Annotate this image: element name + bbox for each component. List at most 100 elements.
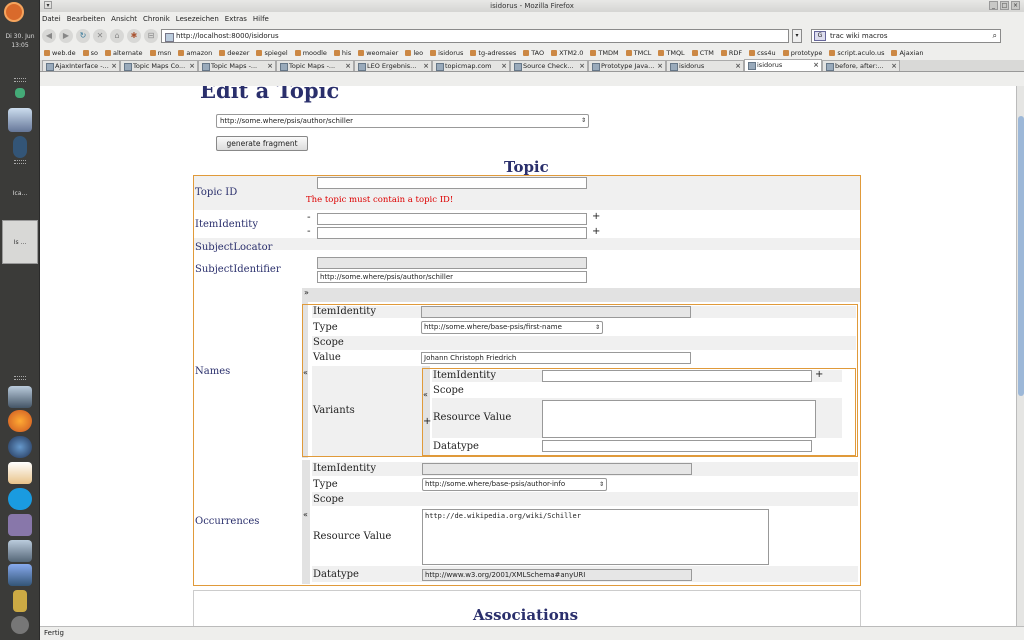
close-tab-icon[interactable]: × xyxy=(345,61,351,71)
item-identity-input[interactable] xyxy=(317,227,587,239)
subject-identifier-input[interactable]: http://some.where/psis/author/schiller xyxy=(317,271,587,283)
bluetooth-icon[interactable] xyxy=(13,136,27,158)
search-icon[interactable]: ⌕ xyxy=(993,30,997,42)
skype-icon[interactable] xyxy=(8,488,32,510)
browser-tab[interactable]: Topic Maps -... × xyxy=(198,60,276,71)
reload-icon[interactable]: ↻ xyxy=(76,29,90,43)
scrollbar-thumb[interactable] xyxy=(1018,116,1024,396)
browser-tab[interactable]: isidorus × xyxy=(666,60,744,71)
window-menu-icon[interactable]: ▾ xyxy=(44,1,52,9)
network-icon[interactable] xyxy=(15,88,25,98)
bookmark-item[interactable]: TAO xyxy=(523,49,544,57)
add-item-identity-button[interactable]: + xyxy=(592,226,600,237)
name-item-identity-input[interactable] xyxy=(421,306,691,318)
bookmark-item[interactable]: Ajaxian xyxy=(891,49,923,57)
close-tab-icon[interactable]: × xyxy=(657,61,663,71)
menu-extras[interactable]: Extras xyxy=(225,15,247,23)
taskbar-item[interactable]: Ica... xyxy=(2,172,38,216)
bookmark-item[interactable]: amazon xyxy=(178,49,212,57)
ubuntu-menu-icon[interactable] xyxy=(4,2,24,22)
browser-tab[interactable]: topicmap.com × xyxy=(432,60,510,71)
desktop-icon[interactable] xyxy=(8,386,32,408)
close-tab-icon[interactable]: × xyxy=(423,61,429,71)
bookmark-item[interactable]: CTM xyxy=(692,49,714,57)
home-icon[interactable]: ⌂ xyxy=(110,29,124,43)
bookmark-item[interactable]: web.de xyxy=(44,49,76,57)
bookmark-toolbar-icon[interactable]: ⊟ xyxy=(144,29,158,43)
bookmark-item[interactable]: css4u xyxy=(749,49,776,57)
browser-tab[interactable]: before, after:... × xyxy=(822,60,900,71)
close-tab-icon[interactable]: × xyxy=(267,61,273,71)
add-variant-item-identity-button[interactable]: + xyxy=(815,369,823,380)
remove-item-identity-button[interactable]: - xyxy=(307,212,311,223)
browser-tab[interactable]: Source Check... × xyxy=(510,60,588,71)
virtualbox-icon[interactable] xyxy=(8,564,32,586)
remove-item-identity-button[interactable]: - xyxy=(307,226,311,237)
calendar-icon[interactable] xyxy=(8,462,32,484)
expand-occurrences-button[interactable]: « xyxy=(303,510,308,519)
collapse-names-button[interactable]: » xyxy=(304,288,309,297)
variant-datatype-input[interactable] xyxy=(542,440,812,452)
bookmark-item[interactable]: tg-adresses xyxy=(470,49,516,57)
forward-icon[interactable]: ▶ xyxy=(59,29,73,43)
close-tab-icon[interactable]: × xyxy=(111,61,117,71)
close-tab-icon[interactable]: × xyxy=(813,60,819,70)
occurrence-datatype-input[interactable]: http://www.w3.org/2001/XMLSchema#anyURI xyxy=(422,569,692,581)
url-dropdown-icon[interactable]: ▾ xyxy=(792,29,802,43)
bookmark-item[interactable]: leo xyxy=(405,49,423,57)
bookmark-item[interactable]: msn xyxy=(150,49,172,57)
stop-icon[interactable]: ✕ xyxy=(93,29,107,43)
thunderbird-icon[interactable] xyxy=(8,436,32,458)
close-tab-icon[interactable]: × xyxy=(579,61,585,71)
bookmark-item[interactable]: XTM2.0 xyxy=(551,49,583,57)
browser-tab[interactable]: isidorus × xyxy=(744,59,822,71)
bookmark-item[interactable]: weomaier xyxy=(358,49,398,57)
menu-datei[interactable]: Datei xyxy=(42,15,61,23)
bookmark-item[interactable]: prototype xyxy=(783,49,823,57)
occurrence-resource-value-input[interactable]: http://de.wikipedia.org/wiki/Schiller xyxy=(422,509,769,565)
close-tab-icon[interactable]: × xyxy=(891,61,897,71)
pidgin-icon[interactable] xyxy=(8,514,32,536)
bookmark-item[interactable]: TMCL xyxy=(626,49,652,57)
browser-tab[interactable]: Prototype Java... × xyxy=(588,60,666,71)
name-type-select[interactable]: http://some.where/base-psis/first-name ⇕ xyxy=(421,321,603,334)
back-icon[interactable]: ◀ xyxy=(42,29,56,43)
bookmark-item[interactable]: isidorus xyxy=(430,49,463,57)
computer-icon[interactable] xyxy=(8,108,32,132)
variant-resource-value-input[interactable] xyxy=(542,400,816,438)
psi-select[interactable]: http://some.where/psis/author/schiller ⇕ xyxy=(216,114,589,128)
search-input[interactable]: G trac wiki macros ⌕ xyxy=(811,29,1001,43)
search-engine-icon[interactable]: G xyxy=(814,31,826,41)
browser-tab[interactable]: AjaxInterface -... × xyxy=(42,60,120,71)
taskbar-item-firefox[interactable]: Is ... xyxy=(2,220,38,264)
lock-icon[interactable] xyxy=(13,590,27,612)
bookmark-item[interactable]: deezer xyxy=(219,49,249,57)
close-tab-icon[interactable]: × xyxy=(501,61,507,71)
occurrence-type-select[interactable]: http://some.where/base-psis/author-info ⇕ xyxy=(422,478,607,491)
url-bar[interactable]: http://localhost:8000/isidorus xyxy=(161,29,789,43)
subject-identifier-field[interactable] xyxy=(317,257,587,269)
occurrence-item-identity-input[interactable] xyxy=(422,463,692,475)
topic-id-input[interactable] xyxy=(317,177,587,189)
bookmark-item[interactable]: RDF xyxy=(721,49,742,57)
addon-icon[interactable]: ✱ xyxy=(127,29,141,43)
vertical-scrollbar[interactable] xyxy=(1016,86,1024,626)
menu-ansicht[interactable]: Ansicht xyxy=(111,15,137,23)
generate-fragment-button[interactable]: generate fragment xyxy=(216,136,308,151)
menu-bearbeiten[interactable]: Bearbeiten xyxy=(67,15,105,23)
bookmark-item[interactable]: his xyxy=(334,49,351,57)
close-tab-icon[interactable]: × xyxy=(189,61,195,71)
bookmark-item[interactable]: alternate xyxy=(105,49,143,57)
display-icon[interactable] xyxy=(8,540,32,562)
close-tab-icon[interactable]: × xyxy=(735,61,741,71)
menu-chronik[interactable]: Chronik xyxy=(143,15,170,23)
power-icon[interactable] xyxy=(11,616,29,634)
close-icon[interactable]: × xyxy=(1011,1,1020,10)
minimize-icon[interactable]: _ xyxy=(989,1,998,10)
firefox-icon[interactable] xyxy=(8,410,32,432)
browser-tab[interactable]: LEO Ergebnis... × xyxy=(354,60,432,71)
browser-tab[interactable]: Topic Maps -... × xyxy=(276,60,354,71)
maximize-icon[interactable]: □ xyxy=(1000,1,1009,10)
menu-lesezeichen[interactable]: Lesezeichen xyxy=(176,15,219,23)
bookmark-item[interactable]: script.aculo.us xyxy=(829,49,884,57)
